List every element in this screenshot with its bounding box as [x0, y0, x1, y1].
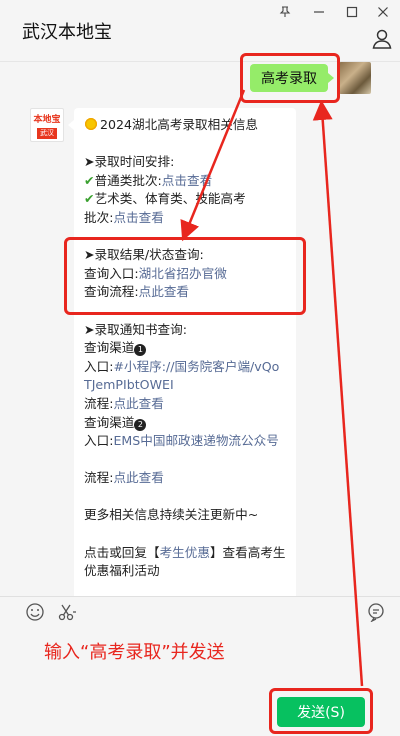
channel2-flow-link[interactable]: 点此查看 — [113, 470, 163, 485]
channel2-flow-label: 流程: — [84, 470, 114, 486]
reply-heading: 2024湖北高考录取相关信息 — [100, 117, 258, 132]
title-bar: 武汉本地宝 — [0, 0, 400, 62]
general-link[interactable]: 点击查看 — [162, 173, 212, 188]
highlight-box-send — [269, 688, 373, 734]
sun-icon — [84, 117, 98, 131]
instruction-text: 输入“高考录取”并发送 — [44, 642, 225, 663]
sender-logo-text: 本地宝 — [33, 115, 61, 125]
channel1-label: 查询渠道 — [84, 340, 135, 356]
general-label: 普通类批次: — [94, 172, 162, 188]
close-icon[interactable] — [374, 4, 392, 20]
arts-link[interactable]: 点击查看 — [113, 210, 163, 225]
maximize-icon[interactable] — [343, 4, 361, 20]
emoji-icon[interactable] — [25, 602, 45, 622]
schedule-title: ➤录取时间安排: — [84, 154, 175, 170]
channel1-flow-label: 流程: — [84, 395, 114, 411]
check-icon: ✔ — [84, 172, 95, 188]
channel2-number-badge: 2 — [134, 418, 147, 431]
channel1-entry-link[interactable]: #小程序://国务院客户端/vQoTJemPIbtOWEI — [84, 359, 279, 393]
highlight-box-result — [64, 237, 306, 315]
chat-window: 武汉本地宝 高考录取 本地宝 武汉 2024湖北高考录取相关信息 ➤录取时间安排… — [0, 0, 400, 736]
reply-prefix: 点击或回复【 — [84, 544, 160, 560]
channel2-entry-label: 入口: — [84, 433, 114, 449]
minimize-icon[interactable] — [310, 4, 328, 20]
sender-logo-city: 武汉 — [37, 128, 57, 139]
my-avatar[interactable] — [339, 62, 371, 94]
person-icon[interactable] — [371, 28, 393, 50]
input-divider — [0, 596, 400, 597]
channel2-label: 查询渠道 — [84, 414, 135, 430]
arts-label-2: 批次: — [84, 209, 114, 225]
scissors-icon[interactable] — [57, 602, 77, 622]
check-icon: ✔ — [84, 191, 95, 207]
channel1-number-badge: 1 — [134, 344, 147, 357]
notice-title: ➤录取通知书查询: — [84, 321, 187, 337]
message-list[interactable]: 高考录取 本地宝 武汉 2024湖北高考录取相关信息 ➤录取时间安排: ✔普通类… — [0, 62, 400, 596]
reply-message-bubble: 2024湖北高考录取相关信息 ➤录取时间安排: ✔普通类批次:点击查看 ✔艺术类… — [68, 108, 296, 596]
more-info-text: 更多相关信息持续关注更新中~ — [84, 507, 259, 523]
reply-keyword-link[interactable]: 考生优惠 — [160, 545, 210, 560]
channel1-flow-link[interactable]: 点此查看 — [113, 396, 163, 411]
sender-avatar[interactable]: 本地宝 武汉 — [30, 108, 64, 142]
chat-title: 武汉本地宝 — [22, 22, 112, 43]
pin-icon[interactable] — [276, 4, 294, 20]
chat-bubble-icon[interactable] — [366, 602, 386, 623]
channel1-entry-label: 入口: — [84, 358, 114, 374]
highlight-box-keyword — [240, 53, 340, 103]
arts-label: 艺术类、体育类、技能高考 — [94, 191, 246, 207]
channel2-entry-link[interactable]: EMS中国邮政速递物流公众号 — [113, 433, 278, 448]
